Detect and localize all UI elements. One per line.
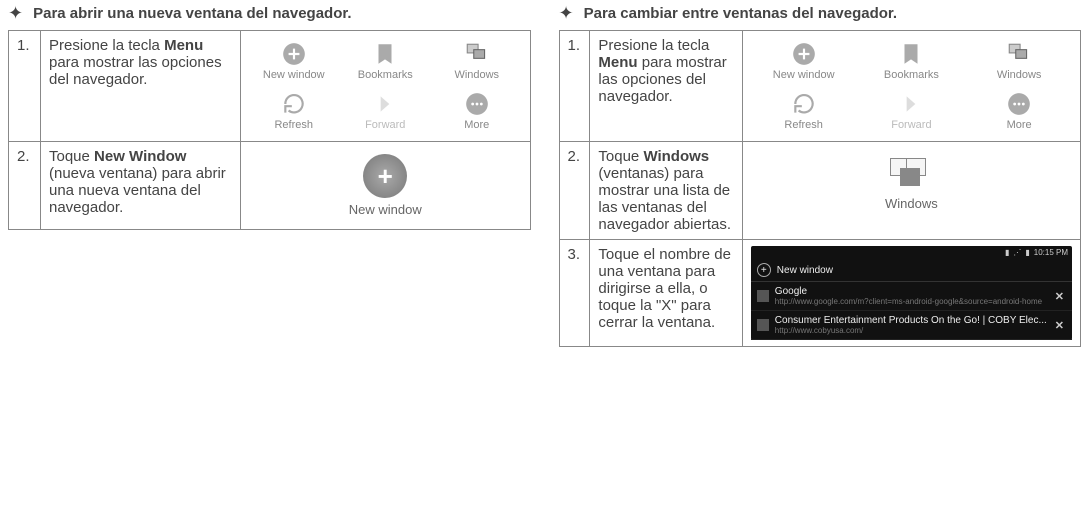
table-row: 3. Toque el nombre de una ventana para d… (559, 240, 1081, 347)
left-column: ✦ Para abrir una nueva ventana del naveg… (8, 4, 531, 347)
step-image: Windows (742, 142, 1080, 240)
step-text: Presione la tecla Menu para mostrar las … (590, 31, 742, 142)
menu-windows[interactable]: Windows (966, 37, 1072, 85)
refresh-icon (281, 91, 307, 117)
menu-newwindow[interactable]: New window (249, 37, 339, 85)
step-number: 3. (559, 240, 590, 347)
windows-icon (464, 41, 490, 67)
star-icon: ✦ (559, 4, 574, 22)
right-column: ✦ Para cambiar entre ventanas del navega… (559, 4, 1082, 347)
menu-bookmarks[interactable]: Bookmarks (341, 37, 431, 85)
more-icon (1006, 91, 1032, 117)
step-image: New window Bookmarks Windows Refres (241, 31, 531, 142)
menu-windows[interactable]: Windows (432, 37, 522, 85)
bookmark-icon (898, 41, 924, 67)
battery-icon: ▮ (1025, 248, 1029, 257)
newwindow-button[interactable]: + New window (249, 148, 522, 223)
wifi-icon: ⋰ (1013, 248, 1021, 257)
step-image: ▮ ⋰ ▮ 10:15 PM + New window Goog (742, 240, 1080, 347)
plus-icon: + (757, 263, 771, 277)
status-time: 10:15 PM (1034, 248, 1068, 257)
menu-newwindow[interactable]: New window (751, 37, 857, 85)
table-row: 1. Presione la tecla Menu para mostrar l… (9, 31, 531, 142)
thumbnail-icon (757, 319, 769, 331)
table-row: 1. Presione la tecla Menu para mostrar l… (559, 31, 1081, 142)
window-list-row[interactable]: Consumer Entertainment Products On the G… (751, 311, 1072, 340)
menu-refresh[interactable]: Refresh (751, 87, 857, 135)
step-number: 1. (559, 31, 590, 142)
step-text: Toque el nombre de una ventana para diri… (590, 240, 742, 347)
step-image: New window Bookmarks Windows Refres (742, 31, 1080, 142)
left-heading: Para abrir una nueva ventana del navegad… (33, 5, 351, 22)
step-number: 2. (9, 142, 41, 230)
step-text: Presione la tecla Menu para mostrar las … (41, 31, 241, 142)
step-image: + New window (241, 142, 531, 230)
thumbnail-icon (757, 290, 769, 302)
left-steps-table: 1. Presione la tecla Menu para mostrar l… (8, 30, 531, 230)
new-window-row[interactable]: + New window (751, 259, 1072, 282)
plus-circle-icon: + (363, 154, 407, 198)
windows-icon (890, 158, 932, 190)
menu-forward[interactable]: Forward (859, 87, 965, 135)
close-icon[interactable]: ✕ (1053, 319, 1066, 332)
forward-icon (372, 91, 398, 117)
menu-bookmarks[interactable]: Bookmarks (859, 37, 965, 85)
forward-icon (898, 91, 924, 117)
right-heading: Para cambiar entre ventanas del navegado… (584, 5, 897, 22)
window-list-row[interactable]: Google http://www.google.com/m?client=ms… (751, 282, 1072, 311)
table-row: 2. Toque New Window (nueva ventana) para… (9, 142, 531, 230)
status-bar: ▮ ⋰ ▮ 10:15 PM (751, 246, 1072, 259)
close-icon[interactable]: ✕ (1053, 290, 1066, 303)
plus-circle-icon (791, 41, 817, 67)
step-number: 2. (559, 142, 590, 240)
table-row: 2. Toque Windows (ventanas) para mostrar… (559, 142, 1081, 240)
step-number: 1. (9, 31, 41, 142)
plus-circle-icon (281, 41, 307, 67)
bookmark-icon (372, 41, 398, 67)
signal-icon: ▮ (1005, 248, 1009, 257)
menu-forward[interactable]: Forward (341, 87, 431, 135)
more-icon (464, 91, 490, 117)
windows-button[interactable]: Windows (751, 148, 1072, 221)
browser-menu-grid: New window Bookmarks Windows Refres (249, 37, 522, 135)
menu-more[interactable]: More (966, 87, 1072, 135)
step-text: Toque Windows (ventanas) para mostrar un… (590, 142, 742, 240)
window-list-screenshot: ▮ ⋰ ▮ 10:15 PM + New window Goog (751, 246, 1072, 340)
menu-more[interactable]: More (432, 87, 522, 135)
windows-icon (1006, 41, 1032, 67)
browser-menu-grid: New window Bookmarks Windows Refres (751, 37, 1072, 135)
refresh-icon (791, 91, 817, 117)
star-icon: ✦ (8, 4, 23, 22)
right-heading-row: ✦ Para cambiar entre ventanas del navega… (559, 4, 1082, 22)
step-text: Toque New Window (nueva ventana) para ab… (41, 142, 241, 230)
left-heading-row: ✦ Para abrir una nueva ventana del naveg… (8, 4, 531, 22)
menu-refresh[interactable]: Refresh (249, 87, 339, 135)
right-steps-table: 1. Presione la tecla Menu para mostrar l… (559, 30, 1082, 347)
